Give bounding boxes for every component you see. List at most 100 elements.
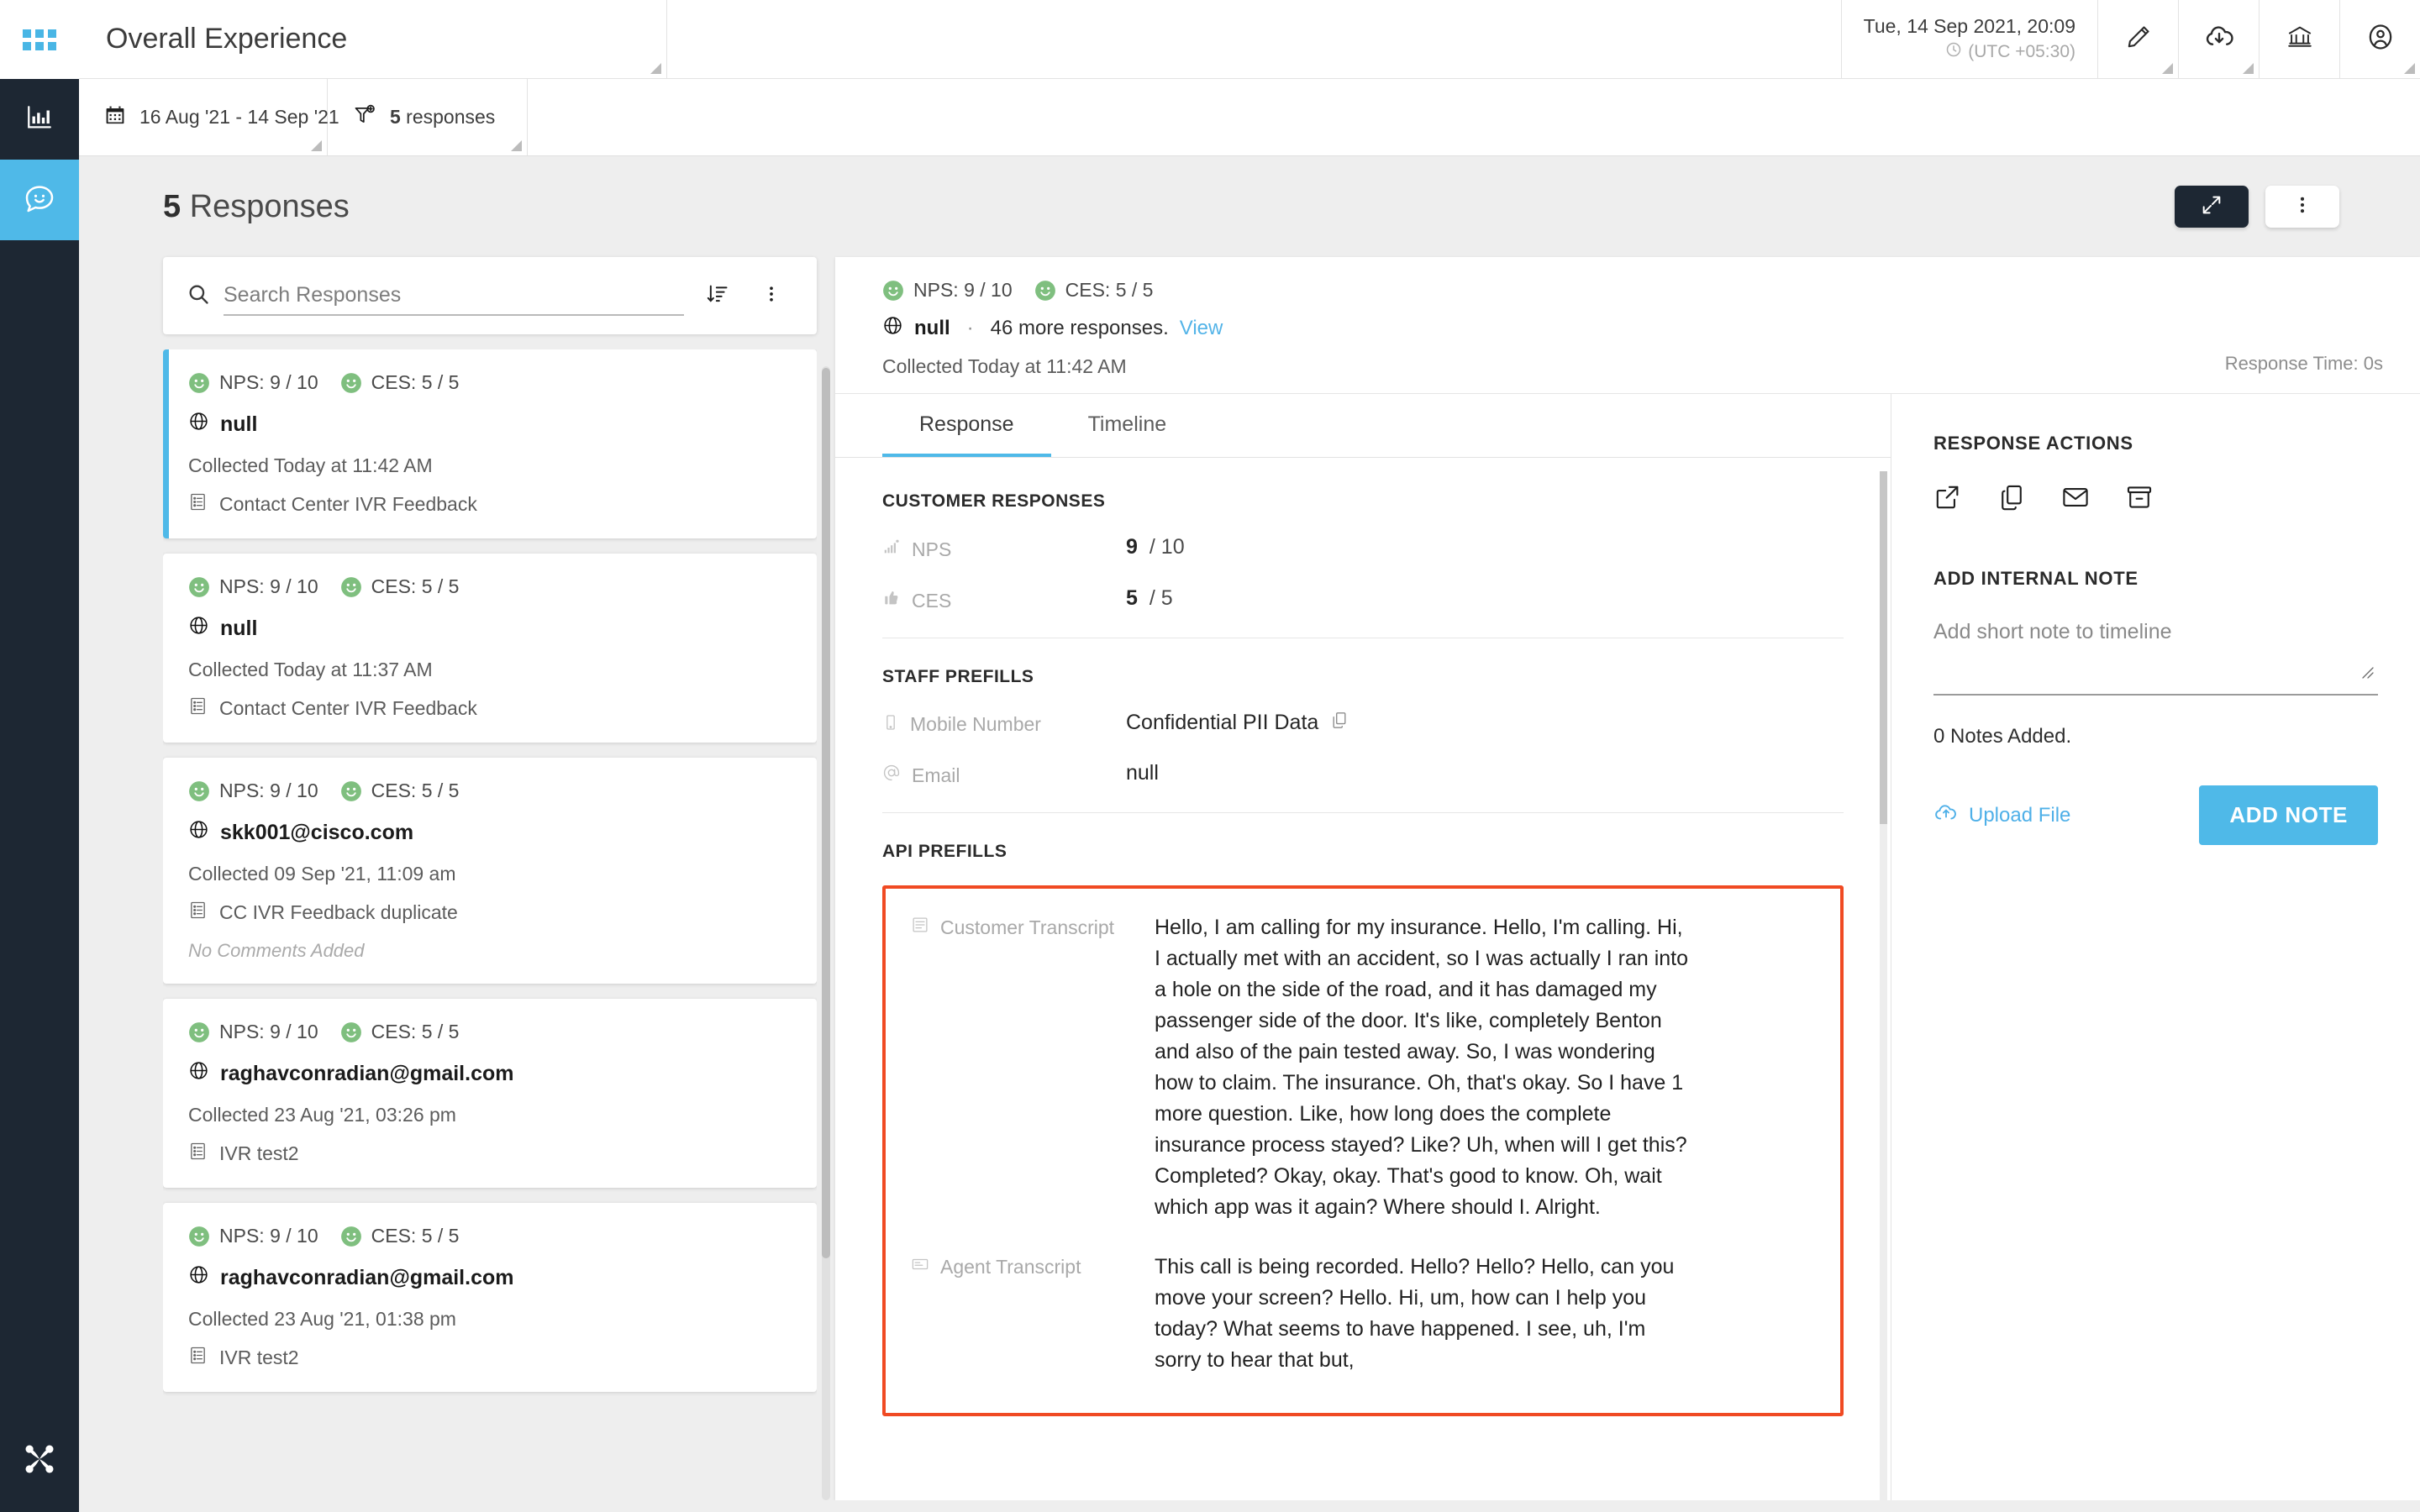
resize-corner[interactable] bbox=[650, 63, 661, 74]
filter-bar: 16 Aug '21 - 14 Sep '21 5 responses bbox=[79, 79, 2420, 156]
user-account-icon bbox=[2365, 22, 2396, 56]
rail-item-analytics[interactable] bbox=[0, 79, 79, 160]
agent-transcript-label-wrap: Agent Transcript bbox=[911, 1252, 1155, 1278]
brand-logo bbox=[0, 1441, 79, 1482]
external-link-icon bbox=[1933, 486, 1962, 515]
survey-form-icon bbox=[188, 900, 208, 925]
organization-button[interactable] bbox=[2259, 0, 2339, 78]
customer-transcript-label-wrap: Customer Transcript bbox=[911, 912, 1155, 939]
resize-corner[interactable] bbox=[2162, 63, 2173, 74]
score-row: NPS: 9 / 10 CES: 5 / 5 bbox=[188, 1225, 792, 1247]
resize-corner[interactable] bbox=[2404, 63, 2415, 74]
detail-sections: CUSTOMER RESPONSES NPS 9 / 10 CES 5 / 5 … bbox=[835, 458, 1891, 1500]
detail-scrollbar-thumb[interactable] bbox=[1880, 471, 1887, 824]
more-options-button[interactable] bbox=[2265, 186, 2339, 228]
smiley-icon bbox=[883, 280, 903, 301]
ces-score: CES: 5 / 5 bbox=[340, 1225, 459, 1247]
nps-label: NPS: 9 / 10 bbox=[219, 1225, 318, 1247]
open-external-button[interactable] bbox=[1933, 483, 1962, 516]
chat-smiley-icon bbox=[23, 181, 56, 219]
smiley-icon bbox=[340, 1021, 361, 1042]
nps-label: NPS: 9 / 10 bbox=[219, 780, 318, 801]
field-email-value: null bbox=[1126, 761, 1159, 785]
copy-icon[interactable] bbox=[1330, 711, 1349, 735]
identifier-text: raghavconradian@gmail.com bbox=[220, 1061, 514, 1085]
copy-response-button[interactable] bbox=[1997, 483, 2026, 516]
nps-label: NPS: 9 / 10 bbox=[219, 575, 318, 597]
content-region: 5 Responses Search Responses NPS: 9 / 10… bbox=[79, 156, 2420, 1512]
smiley-icon bbox=[340, 576, 361, 597]
identifier-text: raghavconradian@gmail.com bbox=[220, 1265, 514, 1289]
survey-form-icon bbox=[188, 696, 208, 721]
email-response-button[interactable] bbox=[2061, 483, 2090, 516]
globe-icon bbox=[188, 1264, 209, 1291]
download-button[interactable] bbox=[2178, 0, 2259, 78]
view-link[interactable]: View bbox=[1180, 317, 1223, 340]
ces-score: CES: 5 / 5 bbox=[340, 1021, 459, 1043]
account-button[interactable] bbox=[2339, 0, 2420, 78]
response-list-item[interactable]: NPS: 9 / 10 CES: 5 / 5 skk001@cisco.com bbox=[163, 758, 817, 984]
signal-bars-icon bbox=[882, 538, 901, 561]
resize-corner[interactable] bbox=[511, 140, 522, 151]
response-filter[interactable]: 5 responses bbox=[328, 79, 528, 155]
nps-score: NPS: 9 / 10 bbox=[188, 575, 318, 598]
panes: NPS: 9 / 10 CES: 5 / 5 null bbox=[79, 257, 2420, 1500]
copy-icon bbox=[1997, 485, 2026, 515]
response-list-item[interactable]: NPS: 9 / 10 CES: 5 / 5 raghavconradian@g… bbox=[163, 999, 817, 1188]
responses-label: Responses bbox=[181, 188, 350, 224]
field-email-value-wrap: null bbox=[1126, 761, 1159, 785]
source-row: CC IVR Feedback duplicate bbox=[188, 900, 792, 925]
tab-timeline[interactable]: Timeline bbox=[1051, 394, 1204, 457]
source-row: Contact Center IVR Feedback bbox=[188, 696, 792, 721]
field-nps: NPS 9 / 10 bbox=[882, 535, 1844, 561]
more-responses-text: 46 more responses. bbox=[990, 317, 1169, 339]
edit-survey-button[interactable] bbox=[2097, 0, 2178, 78]
customer-transcript-value: Hello, I am calling for my insurance. He… bbox=[1155, 916, 1689, 1219]
list-scrollbar-thumb[interactable] bbox=[822, 368, 830, 1258]
search-input[interactable] bbox=[224, 277, 684, 312]
current-timestamp: Tue, 14 Sep 2021, 20:09 (UTC +05:30) bbox=[1840, 0, 2097, 78]
survey-form-icon bbox=[188, 492, 208, 517]
resize-corner[interactable] bbox=[311, 140, 322, 151]
collected-text: Collected 23 Aug '21, 01:38 pm bbox=[188, 1308, 456, 1330]
identifier-text: skk001@cisco.com bbox=[220, 820, 414, 844]
resize-corner[interactable] bbox=[2243, 63, 2254, 74]
date-range-filter[interactable]: 16 Aug '21 - 14 Sep '21 bbox=[79, 79, 339, 155]
detail-nps-score: NPS: 9 / 10 bbox=[882, 279, 1013, 302]
apps-launcher-button[interactable] bbox=[0, 0, 79, 79]
section-divider bbox=[882, 812, 1844, 813]
response-list-item[interactable]: NPS: 9 / 10 CES: 5 / 5 null Collected To… bbox=[163, 349, 817, 538]
nps-score: NPS: 9 / 10 bbox=[188, 780, 318, 802]
upload-file-button[interactable]: Upload File bbox=[1933, 800, 2070, 831]
source-row: Contact Center IVR Feedback bbox=[188, 492, 792, 517]
smiley-icon bbox=[189, 1226, 209, 1247]
survey-form-icon bbox=[188, 1346, 208, 1370]
rail-item-responses[interactable] bbox=[0, 160, 79, 240]
sort-button[interactable] bbox=[697, 282, 738, 310]
expand-button[interactable] bbox=[2175, 186, 2249, 228]
note-footer: Upload File ADD NOTE bbox=[1933, 785, 2378, 845]
response-list-item[interactable]: NPS: 9 / 10 CES: 5 / 5 raghavconradian@g… bbox=[163, 1203, 817, 1392]
top-header-bar: Overall Experience Tue, 14 Sep 2021, 20:… bbox=[79, 0, 2420, 79]
response-list-item[interactable]: NPS: 9 / 10 CES: 5 / 5 null Collected To… bbox=[163, 554, 817, 743]
page-title-cell[interactable]: Overall Experience bbox=[79, 0, 667, 78]
more-vertical-icon bbox=[761, 284, 781, 308]
add-note-button[interactable]: ADD NOTE bbox=[2199, 785, 2378, 845]
nps-score: NPS: 9 / 10 bbox=[188, 371, 318, 394]
field-nps-value-wrap: 9 / 10 bbox=[1126, 535, 1185, 559]
globe-icon bbox=[882, 315, 903, 342]
detail-main-column: Response Timeline CUSTOMER RESPONSES NPS bbox=[835, 394, 1891, 1500]
archive-response-button[interactable] bbox=[2125, 483, 2154, 516]
field-ces-label-wrap: CES bbox=[882, 586, 1126, 612]
score-row: NPS: 9 / 10 CES: 5 / 5 bbox=[188, 371, 792, 394]
ces-score: CES: 5 / 5 bbox=[340, 371, 460, 394]
ces-label: CES: 5 / 5 bbox=[371, 371, 460, 393]
tab-response[interactable]: Response bbox=[882, 394, 1051, 457]
note-input[interactable] bbox=[1933, 618, 2378, 696]
responses-scroll-area[interactable]: NPS: 9 / 10 CES: 5 / 5 null Collected To… bbox=[163, 349, 817, 1500]
filter-suffix: responses bbox=[400, 106, 496, 128]
smiley-icon bbox=[340, 1226, 361, 1247]
source-text: Contact Center IVR Feedback bbox=[219, 493, 477, 515]
collected-text: Collected Today at 11:37 AM bbox=[188, 659, 433, 680]
list-more-button[interactable] bbox=[751, 284, 792, 308]
